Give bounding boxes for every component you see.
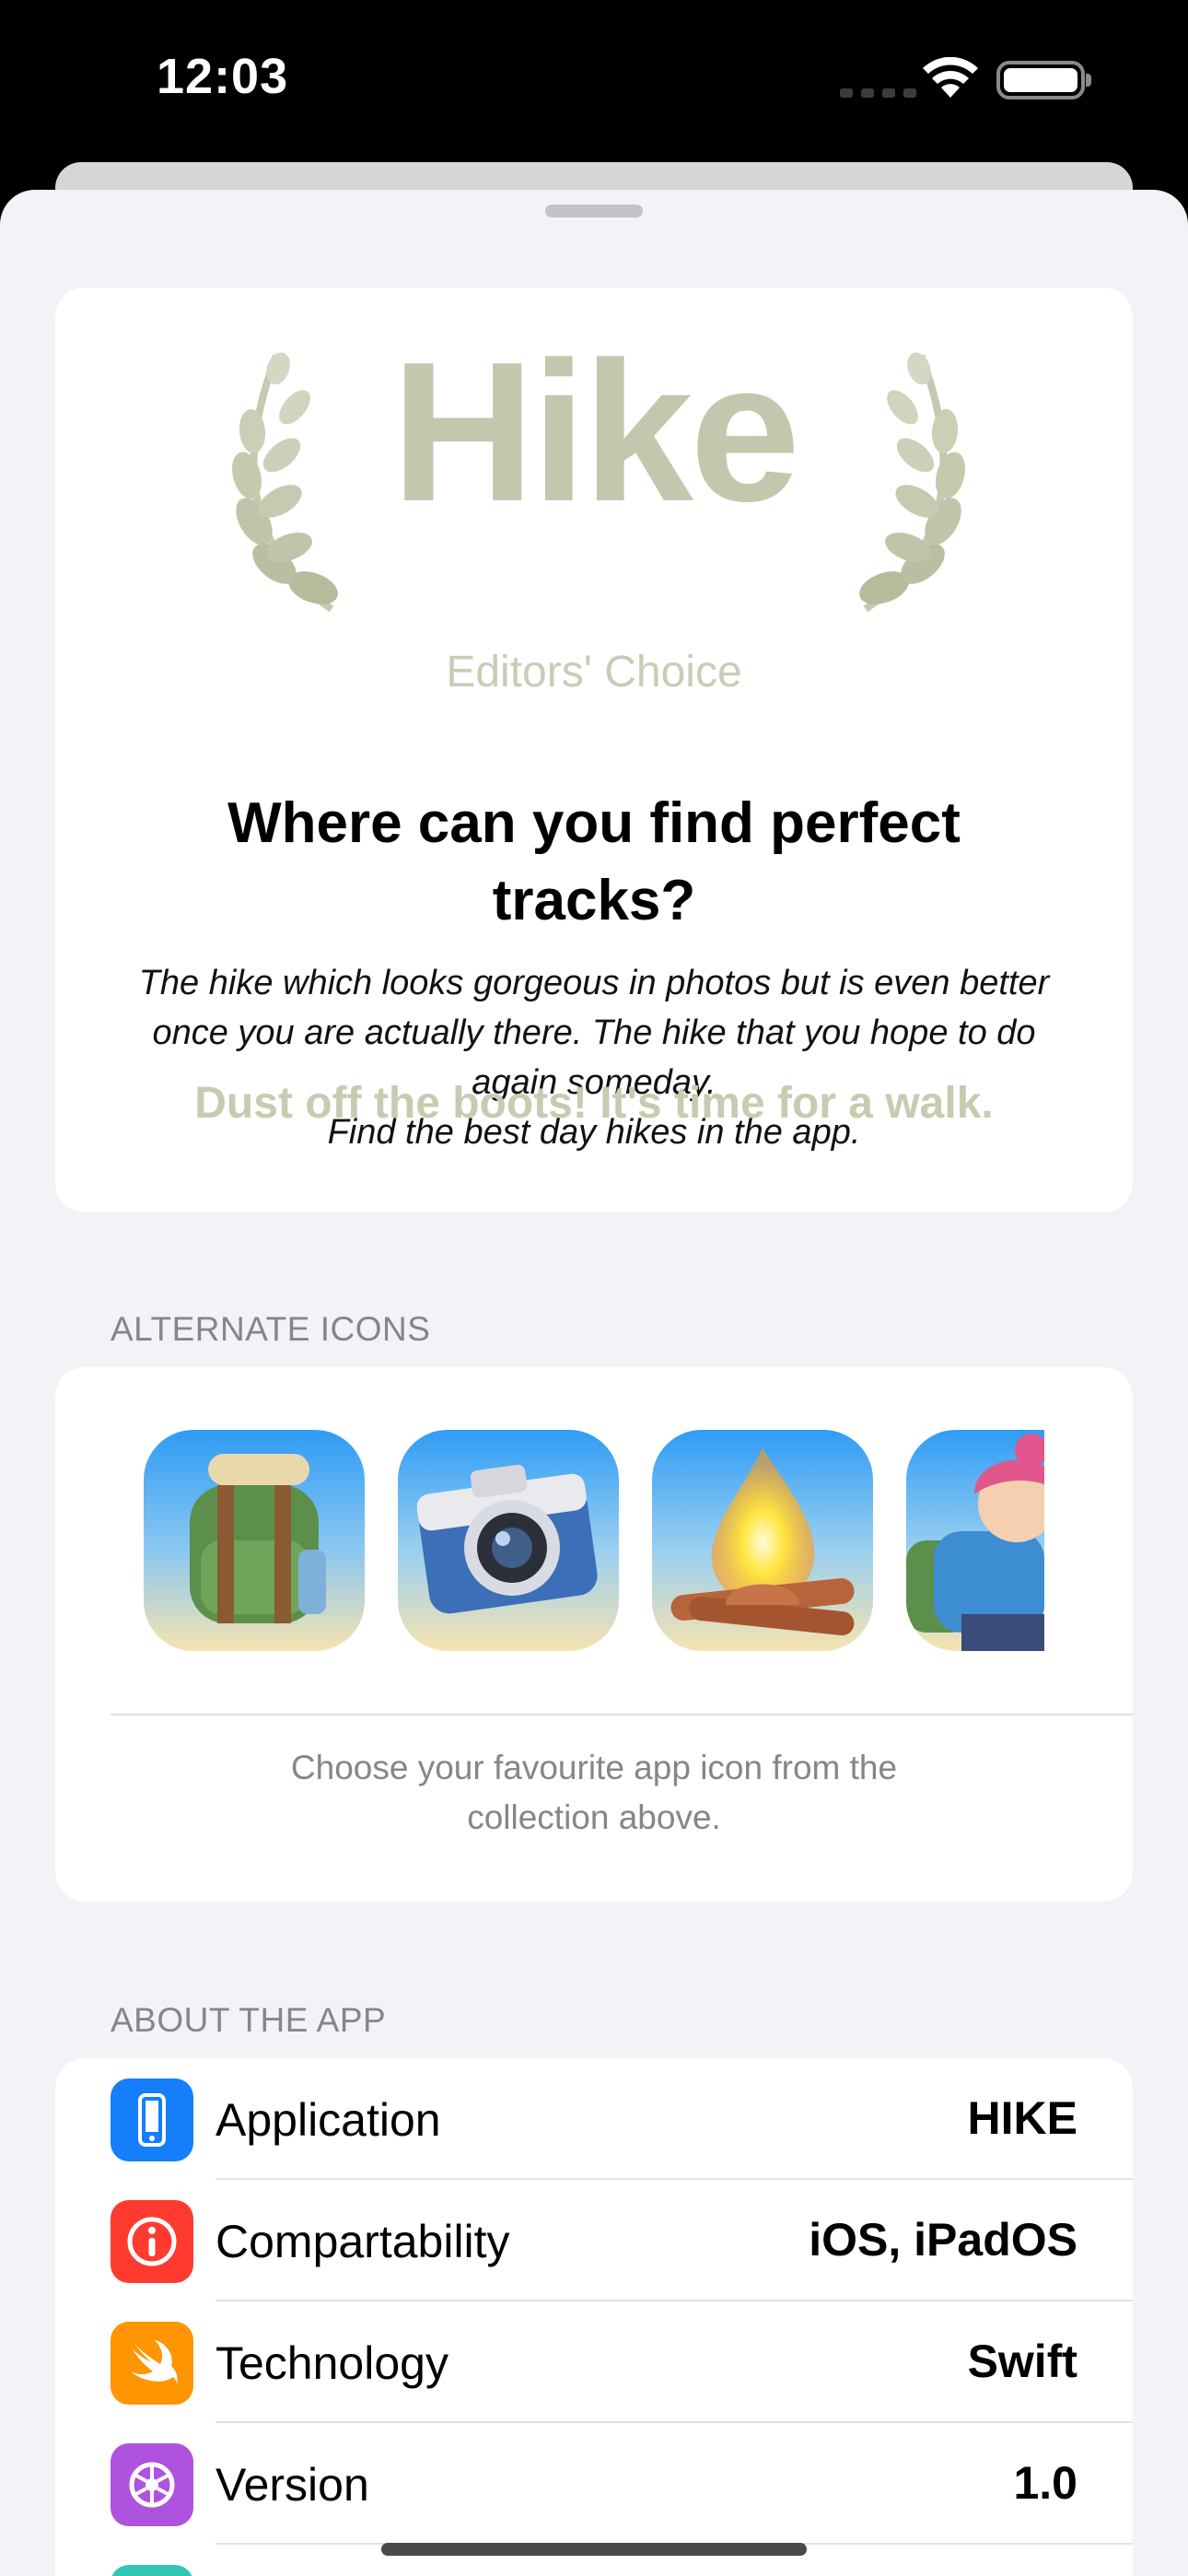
hiker-icon[interactable]	[906, 1430, 1044, 1651]
backpack-icon[interactable]	[144, 1430, 365, 1651]
about-row-version: Version 1.0	[55, 2423, 1133, 2545]
sheet-grabber[interactable]	[545, 205, 643, 217]
icon-carousel[interactable]	[144, 1430, 1044, 1653]
about-header: ABOUT THE APP	[111, 2001, 387, 2039]
alternate-icons-header: ALTERNATE ICONS	[111, 1310, 431, 1348]
row-value: Swift	[967, 2336, 1077, 2387]
status-bar: 12:03	[0, 0, 1188, 166]
icons-divider	[111, 1714, 1133, 1715]
campfire-icon[interactable]	[652, 1430, 873, 1651]
hero-card: Hike Editors' Choice Where can you find …	[55, 287, 1133, 1212]
about-card: Application HIKE Compartability iOS, iPa…	[55, 2058, 1133, 2576]
phone-icon	[111, 2078, 193, 2161]
hero-title: Where can you find perfect tracks?	[227, 791, 961, 932]
settings-sheet: Hike Editors' Choice Where can you find …	[0, 190, 1188, 2576]
row-value: HIKE	[967, 2092, 1077, 2144]
info-icon	[111, 2200, 193, 2283]
about-row-technology: Technology Swift	[55, 2301, 1133, 2423]
swift-icon	[111, 2322, 193, 2405]
about-row-compartability: Compartability iOS, iPadOS	[55, 2180, 1133, 2301]
wifi-icon	[923, 57, 978, 98]
home-indicator[interactable]	[381, 2543, 807, 2556]
row-value: 1.0	[1013, 2457, 1077, 2509]
row-label: Technology	[215, 2337, 448, 2389]
hero-tagline: Dust off the boots! It's time for a walk…	[194, 1079, 994, 1128]
battery-icon	[996, 61, 1091, 100]
row-label: Version	[215, 2459, 369, 2511]
about-row-application: Application HIKE	[55, 2058, 1133, 2180]
alternate-icons-card: Choose your favourite app icon from the …	[55, 1367, 1133, 1902]
status-time: 12:03	[157, 49, 289, 104]
row-label: Application	[215, 2094, 441, 2146]
editors-choice-label: Editors' Choice	[446, 648, 742, 697]
gear-icon	[111, 2443, 193, 2526]
row-value: iOS, iPadOS	[809, 2214, 1077, 2266]
app-icon	[111, 2565, 193, 2576]
row-label: Compartability	[215, 2216, 510, 2267]
camera-icon[interactable]	[398, 1430, 619, 1651]
icons-footer-text: Choose your favourite app icon from the …	[290, 1749, 898, 1836]
hike-logo: Hike	[390, 320, 800, 543]
cellular-signal-icon	[840, 88, 916, 98]
